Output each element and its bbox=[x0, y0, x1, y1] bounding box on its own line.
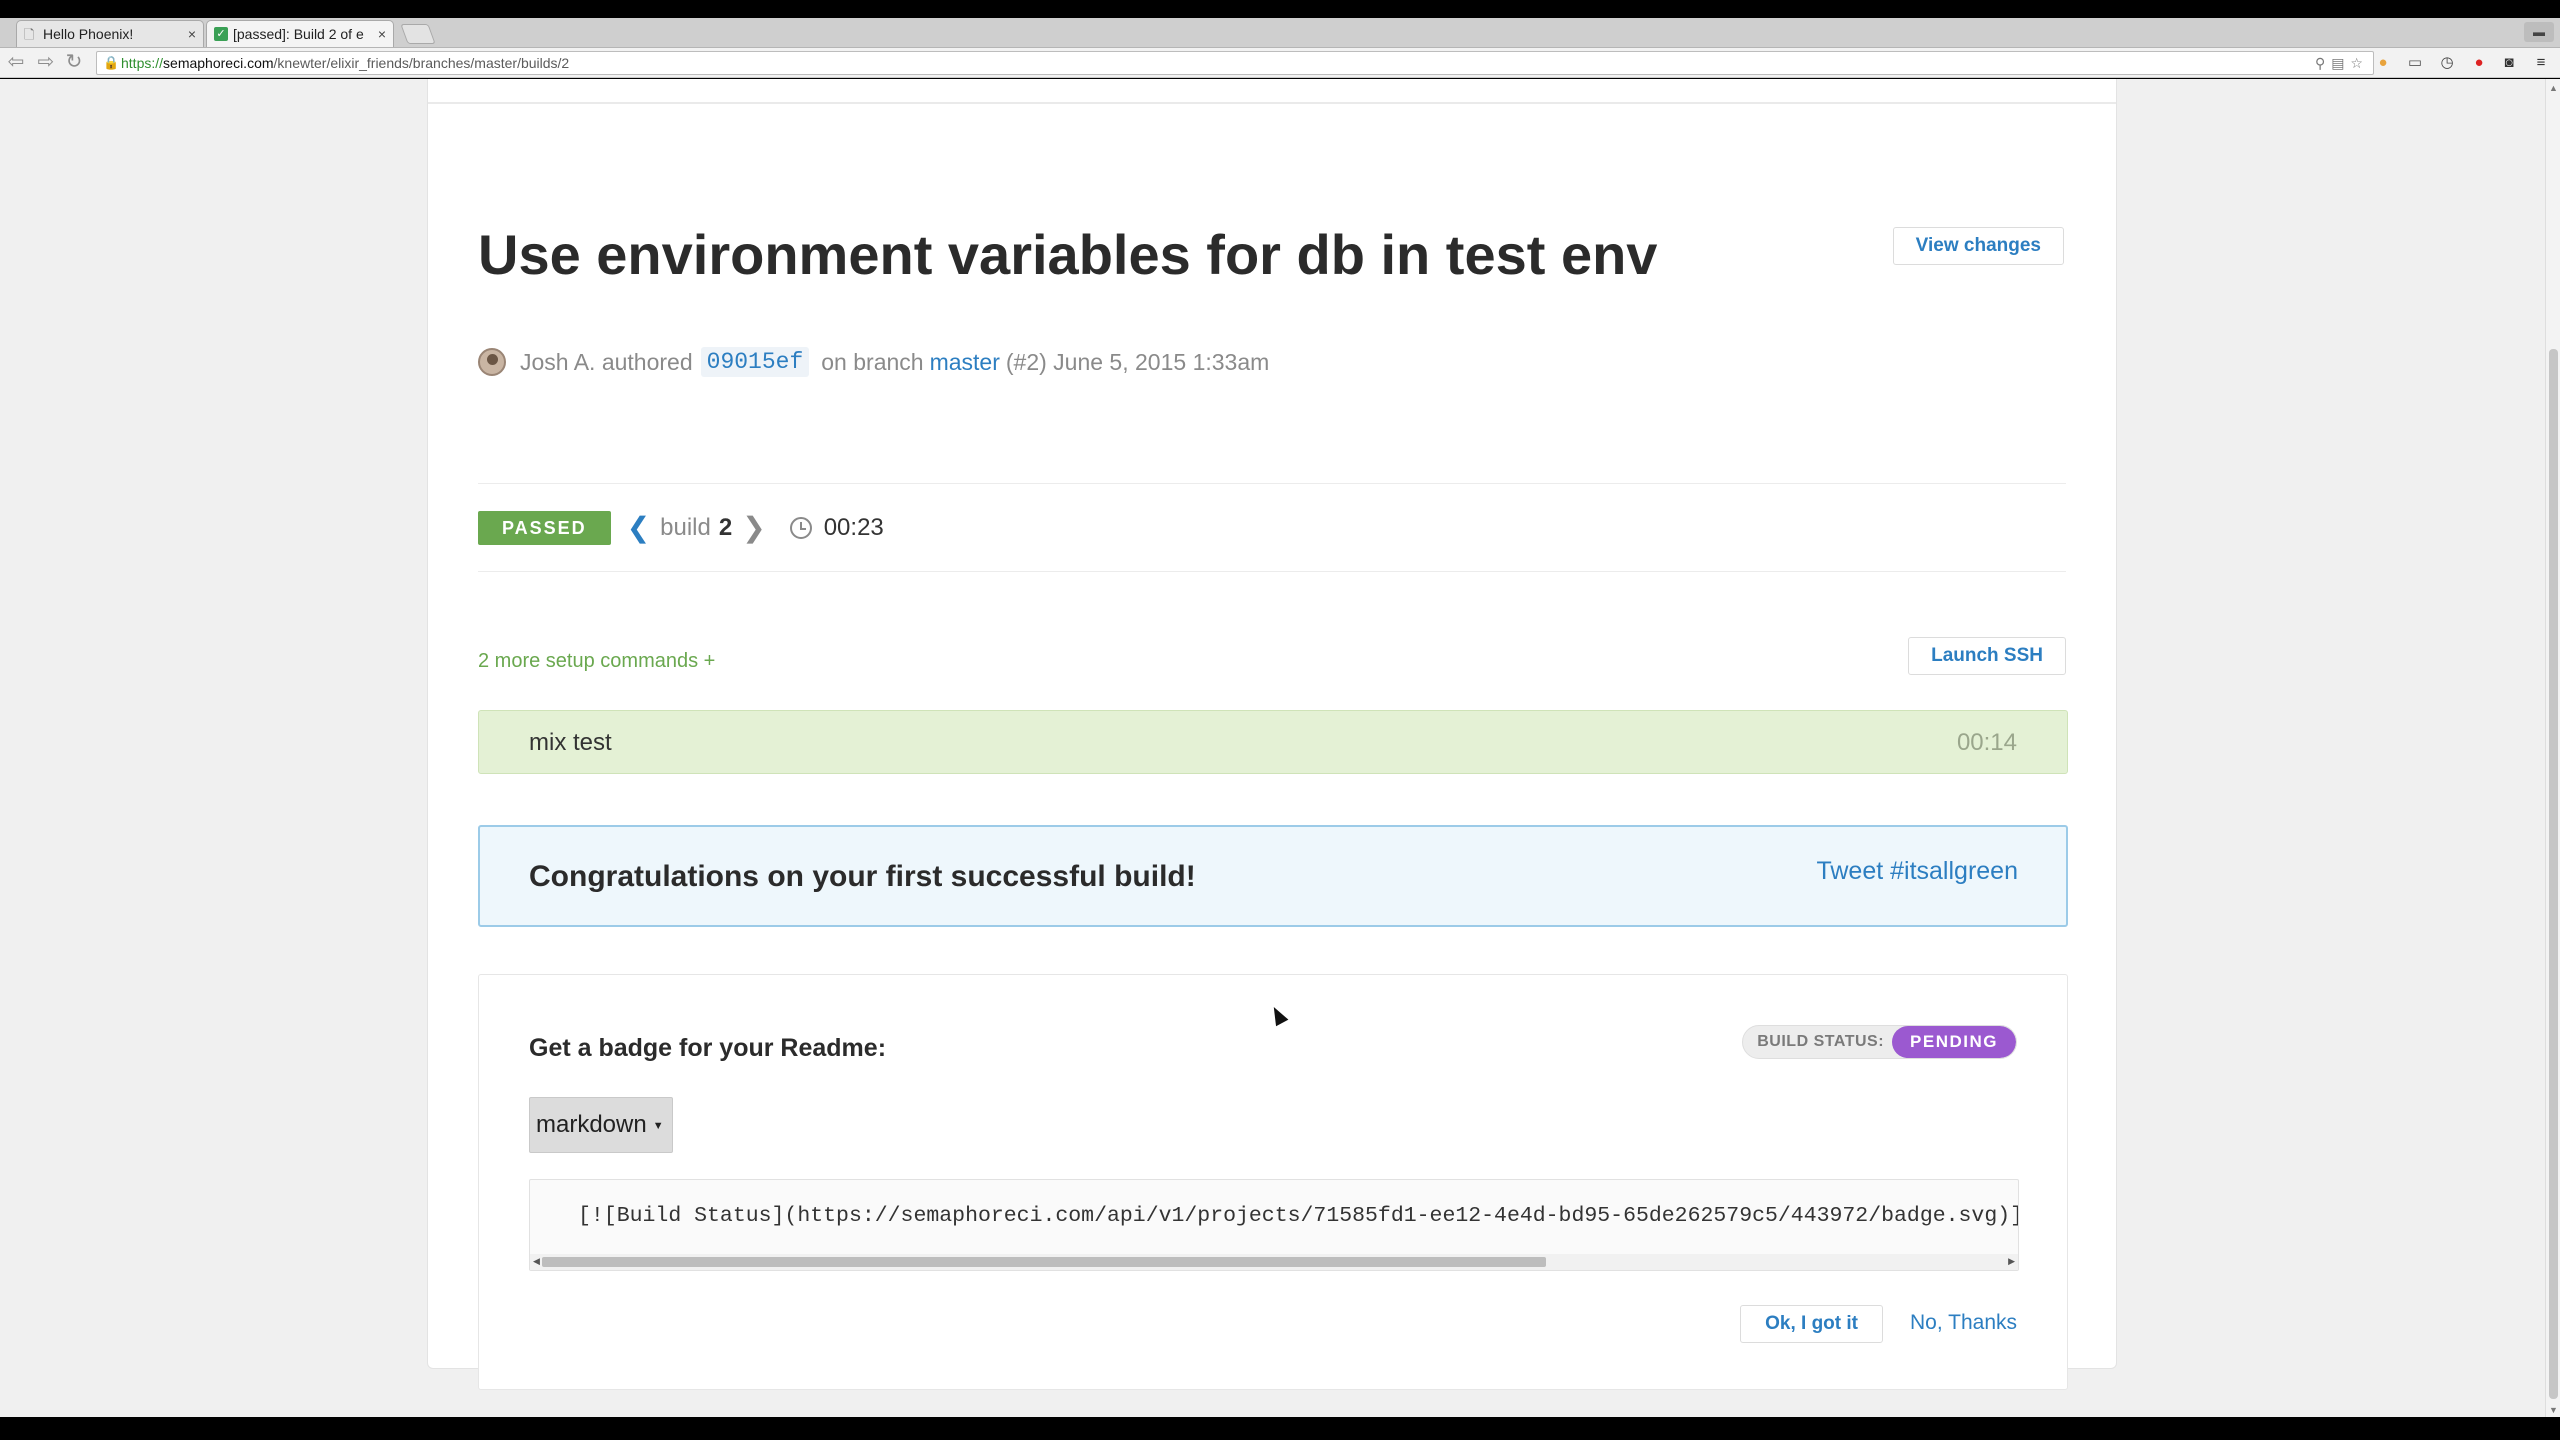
omnibox-icons[interactable]: ⚲▤☆ bbox=[2315, 52, 2369, 74]
avatar bbox=[478, 348, 506, 376]
status-badge: PASSED bbox=[478, 511, 611, 545]
vertical-scrollbar[interactable]: ▲ ▼ bbox=[2545, 79, 2560, 1417]
back-icon[interactable]: ⇦ bbox=[4, 50, 28, 74]
extension-clock-icon[interactable]: ◷ bbox=[2438, 54, 2456, 72]
forward-icon[interactable]: ⇨ bbox=[34, 50, 58, 74]
page-viewport: Use environment variables for db in test… bbox=[0, 79, 2545, 1417]
caret-down-icon: ▼ bbox=[652, 1119, 664, 1132]
scroll-up-icon[interactable]: ▲ bbox=[2549, 83, 2558, 93]
check-icon: ✓ bbox=[214, 27, 228, 41]
window-top-strip bbox=[0, 0, 2560, 18]
divider bbox=[478, 571, 2066, 572]
no-thanks-link[interactable]: No, Thanks bbox=[1910, 1311, 2017, 1335]
url-host: semaphoreci.com bbox=[163, 55, 274, 71]
url-path: /knewter/elixir_friends/branches/master/… bbox=[273, 55, 570, 71]
reload-icon[interactable]: ↻ bbox=[62, 50, 86, 74]
extension-glasses-icon[interactable]: ◙ bbox=[2500, 54, 2518, 72]
extension-opera-icon[interactable]: ● bbox=[2470, 54, 2488, 72]
build-card: Use environment variables for db in test… bbox=[427, 79, 2117, 1390]
build-ref: (#2) bbox=[1005, 348, 1047, 375]
view-changes-button[interactable]: View changes bbox=[1892, 227, 2064, 265]
build-label: build bbox=[660, 514, 711, 541]
badge-heading: Get a badge for your Readme: bbox=[529, 1034, 887, 1062]
format-select[interactable]: markdown ▼ bbox=[529, 1097, 673, 1153]
horizontal-scrollbar[interactable]: ◀ ▶ bbox=[530, 1254, 2018, 1270]
badge-code: [![Build Status](https://semaphoreci.com… bbox=[578, 1204, 2019, 1228]
shield-label: BUILD STATUS: bbox=[1757, 1033, 1885, 1050]
commit-sha-link[interactable]: 09015ef bbox=[700, 347, 810, 377]
build-date: June 5, 2015 1:33am bbox=[1053, 348, 1270, 375]
close-icon[interactable]: × bbox=[188, 21, 196, 47]
format-selected: markdown bbox=[536, 1111, 647, 1138]
extension-cookie-icon[interactable]: ● bbox=[2374, 54, 2392, 72]
extension-cast-icon[interactable]: ▭ bbox=[2406, 54, 2424, 72]
command-time: 00:14 bbox=[1956, 729, 2017, 756]
scroll-left-icon[interactable]: ◀ bbox=[533, 1256, 540, 1267]
new-tab-button[interactable] bbox=[400, 24, 436, 44]
close-icon[interactable]: × bbox=[378, 21, 386, 47]
url-scheme: https:// bbox=[121, 55, 164, 71]
commit-meta: Josh A. authored 09015ef on branch maste… bbox=[478, 342, 1269, 382]
lock-icon: 🔒 bbox=[103, 55, 120, 70]
browser-toolbar: ⇦ ⇨ ↻ 🔒 https://semaphoreci.com/knewter/… bbox=[0, 48, 2560, 78]
tab-title: [passed]: Build 2 of e bbox=[233, 26, 364, 42]
window-control-icon[interactable]: ▬ bbox=[2524, 22, 2554, 42]
command-name: mix test bbox=[529, 729, 612, 756]
launch-ssh-button[interactable]: Launch SSH bbox=[1908, 637, 2066, 675]
build-duration: 00:23 bbox=[823, 514, 884, 541]
tab-hello-phoenix[interactable]: 🗋 Hello Phoenix! × bbox=[16, 20, 204, 47]
author-name: Josh A. bbox=[520, 348, 596, 375]
scrollbar-thumb[interactable] bbox=[542, 1257, 1546, 1267]
menu-icon[interactable]: ≡ bbox=[2532, 54, 2550, 72]
clock-icon bbox=[789, 517, 812, 539]
branch-link[interactable]: master bbox=[930, 349, 1000, 376]
build-status-row: PASSED ❮ build 2 ❯ 00:23 bbox=[478, 510, 884, 546]
scroll-right-icon[interactable]: ▶ bbox=[2008, 1256, 2015, 1267]
congrats-message: Congratulations on your first successful… bbox=[529, 860, 1196, 893]
badge-code-box[interactable]: [![Build Status](https://semaphoreci.com… bbox=[529, 1179, 2019, 1271]
congrats-banner: Congratulations on your first successful… bbox=[478, 825, 2068, 927]
tweet-link[interactable]: Tweet #itsallgreen bbox=[1816, 857, 2018, 886]
address-bar[interactable]: 🔒 https://semaphoreci.com/knewter/elixir… bbox=[96, 51, 2374, 75]
scroll-down-icon[interactable]: ▼ bbox=[2549, 1405, 2558, 1415]
more-setup-commands-link[interactable]: 2 more setup commands + bbox=[478, 650, 715, 673]
page-icon: 🗋 bbox=[24, 27, 35, 42]
window-bottom-strip bbox=[0, 1417, 2560, 1440]
command-row[interactable]: mix test 00:14 bbox=[478, 710, 2068, 774]
scrollbar-thumb[interactable] bbox=[2549, 349, 2558, 1399]
authored-text: authored bbox=[601, 348, 693, 375]
page-title: Use environment variables for db in test… bbox=[478, 223, 1658, 286]
build-number: 2 bbox=[718, 514, 733, 541]
badge-panel: Get a badge for your Readme: BUILD STATU… bbox=[478, 974, 2068, 1390]
on-branch-text: on branch bbox=[821, 348, 924, 375]
previous-build-icon[interactable]: ❮ bbox=[627, 513, 650, 543]
tab-bar: 🗋 Hello Phoenix! × ✓ [passed]: Build 2 o… bbox=[0, 18, 2560, 48]
divider bbox=[428, 102, 2116, 104]
tab-build-passed[interactable]: ✓ [passed]: Build 2 of e × bbox=[206, 20, 394, 47]
ok-got-it-button[interactable]: Ok, I got it bbox=[1740, 1305, 1883, 1343]
shield-value: PENDING bbox=[1892, 1026, 2016, 1058]
build-status-shield: BUILD STATUS: PENDING bbox=[1742, 1025, 2017, 1059]
tab-title: Hello Phoenix! bbox=[43, 26, 134, 42]
divider bbox=[478, 483, 2066, 484]
next-build-icon[interactable]: ❯ bbox=[742, 513, 765, 543]
